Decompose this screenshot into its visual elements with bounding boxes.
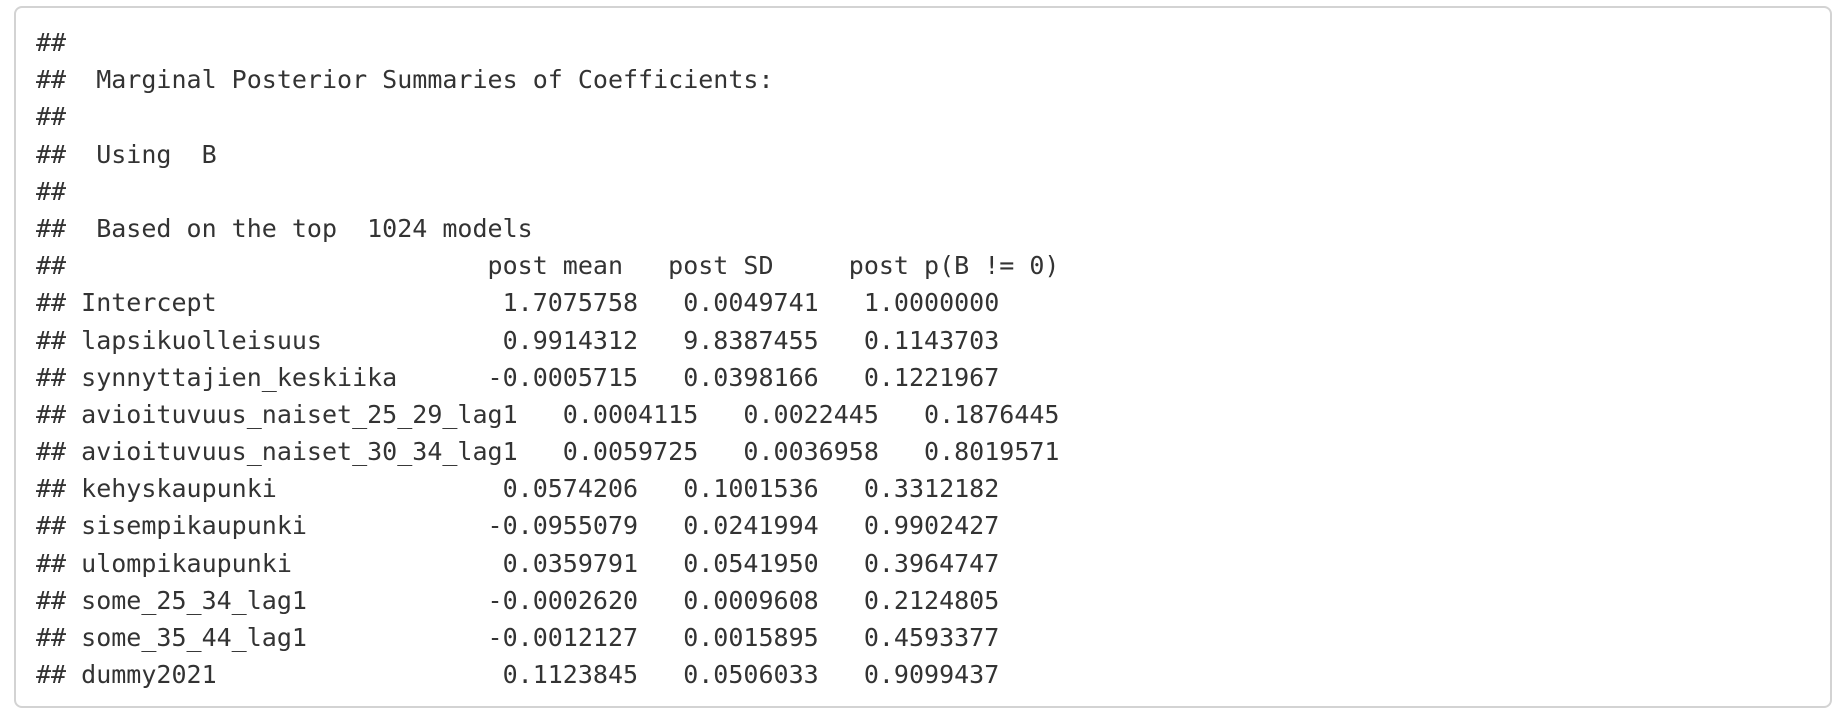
output-line: ##: [36, 102, 67, 132]
console-output-block: ## ## Marginal Posterior Summaries of Coe…: [14, 6, 1832, 708]
table-row: ## ulompikaupunki 0.0359791 0.0541950 0.…: [36, 548, 1000, 578]
table-header-line: ## post mean post SD post p(B != 0): [36, 251, 1060, 281]
table-row: ## avioituvuus_naiset_25_29_lag1 0.00041…: [36, 399, 1060, 429]
table-row: ## some_25_34_lag1 -0.0002620 0.0009608 …: [36, 585, 1000, 615]
console-output-text: ## ## Marginal Posterior Summaries of Coe…: [36, 24, 1810, 693]
output-line: ##: [36, 28, 67, 57]
table-row: ## sisempikaupunki -0.0955079 0.0241994 …: [36, 511, 1000, 541]
output-line: ##: [36, 176, 67, 206]
output-line: ## Using B: [36, 139, 217, 169]
table-row: ## Intercept 1.7075758 0.0049741 1.00000…: [36, 288, 1000, 318]
table-row: ## some_35_44_lag1 -0.0012127 0.0015895 …: [36, 623, 1000, 652]
table-row: ## synnyttajien_keskiika -0.0005715 0.03…: [36, 362, 1000, 392]
output-line: ## Based on the top 1024 models: [36, 213, 533, 243]
output-line: ## Marginal Posterior Summaries of Coeff…: [36, 65, 774, 95]
table-row: ## kehyskaupunki 0.0574206 0.1001536 0.3…: [36, 474, 1000, 504]
table-row: ## lapsikuolleisuus 0.9914312 9.8387455 …: [36, 325, 1000, 355]
table-row: ## dummy2021 0.1123845 0.0506033 0.90994…: [36, 660, 1000, 690]
table-row: ## avioituvuus_naiset_30_34_lag1 0.00597…: [36, 437, 1060, 467]
